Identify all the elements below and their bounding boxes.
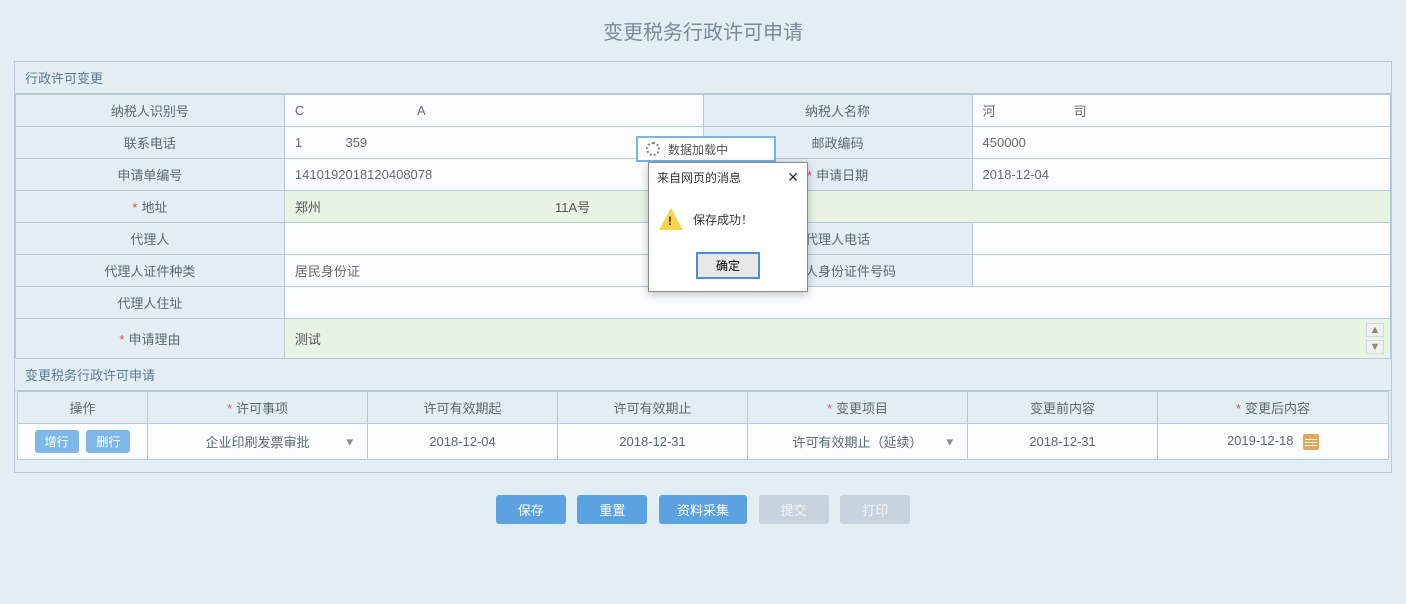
modal-body: 保存成功！ bbox=[649, 192, 807, 246]
loading-text: 数据加载中 bbox=[668, 141, 728, 158]
save-button[interactable]: 保存 bbox=[496, 495, 566, 524]
modal-footer: 确定 bbox=[649, 246, 807, 291]
label-agent: 代理人 bbox=[16, 223, 285, 255]
address-label-text: 地址 bbox=[141, 200, 167, 215]
label-reason: *申请理由 bbox=[16, 319, 285, 359]
address-suffix: 11A号 bbox=[555, 200, 590, 215]
print-button: 打印 bbox=[840, 495, 910, 524]
reason-text: 测试 bbox=[295, 325, 1380, 352]
grid-table: 操作 *许可事项 许可有效期起 许可有效期止 *变更项目 变更前内容 *变更后内… bbox=[17, 391, 1389, 460]
modal-title-text: 来自网页的消息 bbox=[657, 169, 741, 186]
value-taxpayer-name: 河XXXXXXXXX司 bbox=[972, 95, 1391, 127]
grid-header-change-item: *变更项目 bbox=[748, 392, 968, 424]
grid-cell-after[interactable]: 2019-12-18 bbox=[1158, 424, 1389, 460]
value-reason[interactable]: 测试 ▲ ▼ bbox=[284, 319, 1390, 359]
grid-header-start: 许可有效期起 bbox=[368, 392, 558, 424]
grid-cell-before: 2018-12-31 bbox=[968, 424, 1158, 460]
label-taxpayer-id: 纳税人识别号 bbox=[16, 95, 285, 127]
grid-header-op: 操作 bbox=[18, 392, 148, 424]
material-button[interactable]: 资料采集 bbox=[659, 495, 747, 524]
grid-cell-change-item[interactable]: 许可有效期止（延续） ▾ bbox=[748, 424, 968, 460]
grid-cell-end: 2018-12-31 bbox=[558, 424, 748, 460]
value-app-date: 2018-12-04 bbox=[972, 159, 1391, 191]
grid-header-matter-text: 许可事项 bbox=[236, 401, 288, 416]
grid-cell-matter[interactable]: 企业印刷发票审批 ▾ bbox=[148, 424, 368, 460]
value-agent[interactable] bbox=[284, 223, 703, 255]
page-title: 变更税务行政许可申请 bbox=[0, 0, 1406, 61]
grid-header-after: *变更后内容 bbox=[1158, 392, 1389, 424]
section-header-apply: 变更税务行政许可申请 bbox=[15, 359, 1391, 391]
close-icon[interactable]: ✕ bbox=[787, 169, 799, 186]
grid-header-change-item-text: 变更项目 bbox=[836, 401, 888, 416]
value-taxpayer-id: CXXXXXXXXXXXXXA bbox=[284, 95, 703, 127]
alert-modal: 来自网页的消息 ✕ 保存成功！ 确定 bbox=[648, 162, 808, 292]
phone-suffix: 359 bbox=[345, 135, 367, 150]
label-phone: 联系电话 bbox=[16, 127, 285, 159]
chevron-down-icon: ▾ bbox=[946, 434, 953, 450]
value-agent-id-type[interactable]: 居民身份证 bbox=[284, 255, 703, 287]
taxpayer-name-prefix: 河 bbox=[983, 104, 996, 119]
add-row-button[interactable]: 增行 bbox=[35, 430, 79, 453]
grid-cell-op: 增行 删行 bbox=[18, 424, 148, 460]
label-app-no: 申请单编号 bbox=[16, 159, 285, 191]
value-address[interactable]: 郑州XXXXXXXXXXXXXXXXXXXXXXXXXXX11A号 bbox=[284, 191, 1390, 223]
label-agent-id-type: 代理人证件种类 bbox=[16, 255, 285, 287]
modal-titlebar: 来自网页的消息 ✕ bbox=[649, 163, 807, 192]
taxpayer-id-suffix: A bbox=[417, 103, 426, 118]
warning-icon bbox=[659, 208, 683, 230]
grid-header-after-text: 变更后内容 bbox=[1245, 401, 1310, 416]
taxpayer-name-suffix: 司 bbox=[1074, 104, 1087, 119]
spinner-icon bbox=[646, 142, 660, 156]
grid-cell-start: 2018-12-04 bbox=[368, 424, 558, 460]
address-prefix: 郑州 bbox=[295, 200, 321, 215]
reason-label-text: 申请理由 bbox=[128, 332, 180, 347]
value-agent-phone[interactable] bbox=[972, 223, 1391, 255]
label-address: *地址 bbox=[16, 191, 285, 223]
submit-button: 提交 bbox=[759, 495, 829, 524]
modal-body-text: 保存成功！ bbox=[693, 211, 753, 228]
scroll-up-icon[interactable]: ▲ bbox=[1366, 323, 1384, 337]
label-agent-addr: 代理人住址 bbox=[16, 287, 285, 319]
reset-button[interactable]: 重置 bbox=[577, 495, 647, 524]
phone-prefix: 1 bbox=[295, 135, 302, 150]
grid-header-before: 变更前内容 bbox=[968, 392, 1158, 424]
after-value: 2019-12-18 bbox=[1227, 433, 1294, 448]
grid-header-matter: *许可事项 bbox=[148, 392, 368, 424]
delete-row-button[interactable]: 删行 bbox=[86, 430, 130, 453]
loading-indicator: 数据加载中 bbox=[636, 136, 776, 162]
ok-button[interactable]: 确定 bbox=[696, 252, 760, 279]
section-header-change: 行政许可变更 bbox=[15, 62, 1391, 94]
scroll-down-icon[interactable]: ▼ bbox=[1366, 340, 1384, 354]
value-agent-id-no[interactable] bbox=[972, 255, 1391, 287]
taxpayer-id-prefix: C bbox=[295, 103, 304, 118]
footer-buttons: 保存 重置 资料采集 提交 打印 bbox=[0, 473, 1406, 546]
grid-header-end: 许可有效期止 bbox=[558, 392, 748, 424]
change-item-value: 许可有效期止（延续） bbox=[792, 435, 922, 450]
calendar-icon[interactable] bbox=[1303, 434, 1319, 450]
value-postcode: 450000 bbox=[972, 127, 1391, 159]
value-app-no: 1410192018120408078 bbox=[284, 159, 703, 191]
label-taxpayer-name: 纳税人名称 bbox=[703, 95, 972, 127]
chevron-down-icon: ▾ bbox=[346, 434, 353, 450]
app-date-label-text: 申请日期 bbox=[816, 168, 868, 183]
value-agent-addr[interactable] bbox=[284, 287, 1390, 319]
matter-value: 企业印刷发票审批 bbox=[205, 435, 309, 450]
table-row: 增行 删行 企业印刷发票审批 ▾ 2018-12-04 2018-12-31 许… bbox=[18, 424, 1389, 460]
